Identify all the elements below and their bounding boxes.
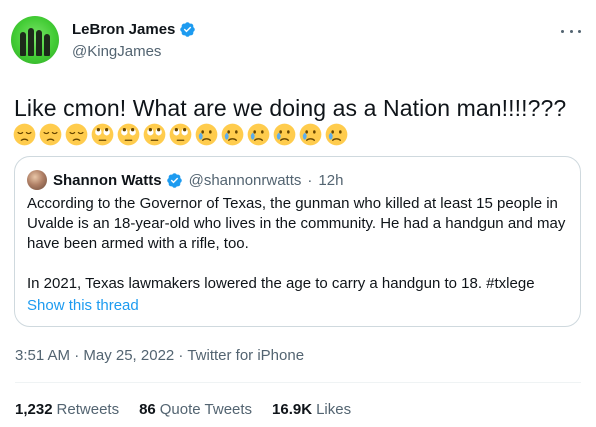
- quoted-tweet-header: Shannon Watts @shannonrwatts · 12h: [27, 170, 343, 190]
- engagement-stats: 1,232 Retweets 86 Quote Tweets 16.9K Likes: [15, 401, 371, 418]
- show-thread-link[interactable]: Show this thread: [27, 297, 139, 314]
- quoted-tweet[interactable]: Shannon Watts @shannonrwatts · 12h Accor…: [14, 156, 581, 327]
- crying-face-emoji-icon: [221, 123, 244, 146]
- avatar-figure: [28, 28, 34, 56]
- stat-likes[interactable]: 16.9K Likes: [272, 401, 351, 418]
- avatar-figure: [36, 30, 42, 56]
- emoji-row: [13, 123, 351, 146]
- author-display-name[interactable]: LeBron James: [72, 21, 175, 38]
- author-avatar[interactable]: [11, 16, 59, 64]
- stat-label: Quote Tweets: [159, 401, 253, 418]
- face-with-rolling-eyes-emoji-icon: [143, 123, 166, 146]
- quoted-separator: ·: [307, 171, 313, 189]
- quoted-author-name: Shannon Watts: [53, 171, 162, 189]
- stat-value: 86: [139, 401, 156, 418]
- tweet-timestamp-source[interactable]: 3:51 AM · May 25, 2022 · Twitter for iPh…: [15, 347, 304, 364]
- stat-retweets[interactable]: 1,232 Retweets: [15, 401, 119, 418]
- crying-face-emoji-icon: [273, 123, 296, 146]
- stat-value: 1,232: [15, 401, 53, 418]
- tweet-card: LeBron James @KingJames Like cmon! What …: [0, 0, 596, 427]
- divider: [15, 382, 581, 383]
- quoted-timestamp: 12h: [318, 171, 344, 189]
- dot: [569, 29, 573, 33]
- quoted-author-avatar: [27, 170, 47, 190]
- tweet-text: Like cmon! What are we doing as a Nation…: [14, 95, 567, 121]
- quoted-paragraph: In 2021, Texas lawmakers lowered the age…: [27, 275, 535, 292]
- author-name-row[interactable]: LeBron James: [72, 21, 196, 38]
- stat-quote-tweets[interactable]: 86 Quote Tweets: [139, 401, 252, 418]
- stat-value: 16.9K: [272, 401, 313, 418]
- crying-face-emoji-icon: [299, 123, 322, 146]
- face-with-rolling-eyes-emoji-icon: [117, 123, 140, 146]
- face-with-rolling-eyes-emoji-icon: [169, 123, 192, 146]
- quoted-tweet-text: According to the Governor of Texas, the …: [27, 194, 572, 294]
- dot: [578, 29, 581, 33]
- crying-face-emoji-icon: [195, 123, 218, 146]
- quoted-author-handle: @shannonrwatts: [188, 171, 302, 189]
- pensive-face-emoji-icon: [65, 123, 88, 146]
- crying-face-emoji-icon: [325, 123, 348, 146]
- pensive-face-emoji-icon: [13, 123, 36, 146]
- verified-badge-icon: [180, 22, 196, 37]
- crying-face-emoji-icon: [247, 123, 270, 146]
- verified-badge-icon: [166, 172, 182, 188]
- stat-label: Likes: [316, 401, 352, 418]
- pensive-face-emoji-icon: [39, 123, 62, 146]
- face-with-rolling-eyes-emoji-icon: [91, 123, 114, 146]
- author-handle[interactable]: @KingJames: [72, 43, 161, 60]
- dot: [561, 29, 564, 33]
- stat-label: Retweets: [56, 401, 120, 418]
- avatar-figure: [44, 34, 50, 56]
- quoted-paragraph: According to the Governor of Texas, the …: [27, 195, 566, 252]
- more-options-icon[interactable]: [561, 26, 581, 36]
- avatar-figure: [20, 32, 26, 56]
